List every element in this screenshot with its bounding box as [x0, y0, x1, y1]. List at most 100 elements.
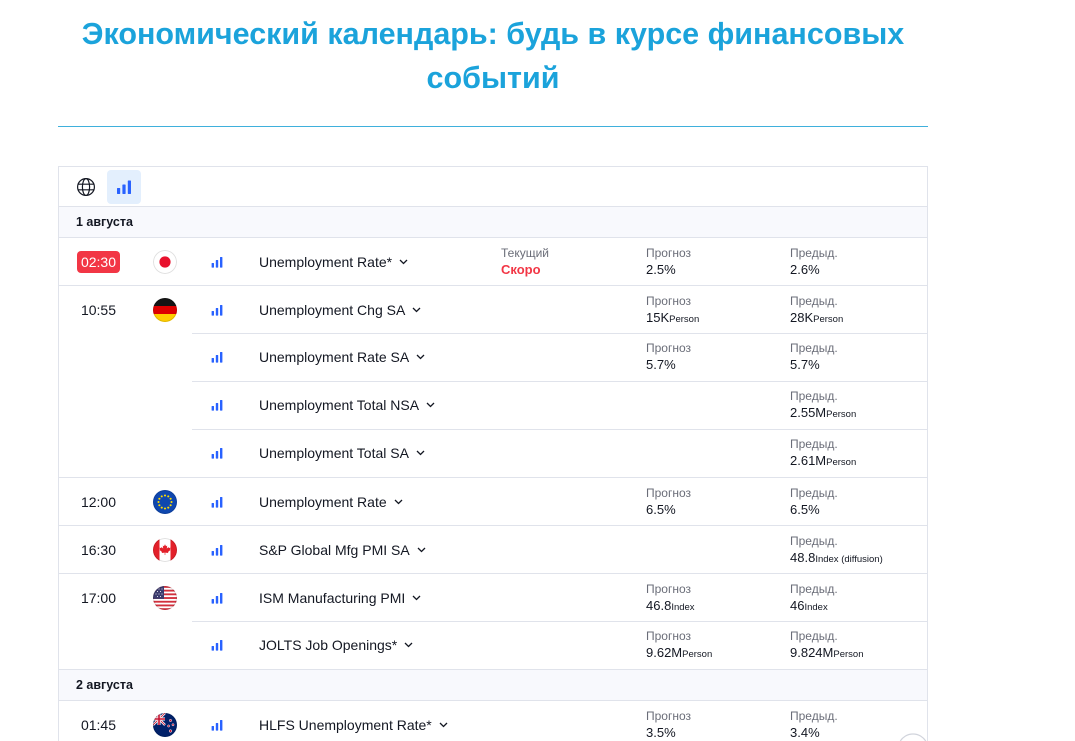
event-title[interactable]: JOLTS Job Openings*: [259, 636, 413, 654]
event-name[interactable]: ISM Manufacturing PMI: [259, 589, 405, 607]
event-title[interactable]: ISM Manufacturing PMI: [259, 589, 421, 607]
time-cell: 02:30: [59, 238, 138, 285]
importance-filter-button[interactable]: [107, 169, 141, 204]
chevron-down-icon[interactable]: [399, 259, 408, 265]
new-zealand-flag-icon: [153, 713, 177, 737]
event-row[interactable]: 17:00 ISM Manufacturing PMI Прогноз 46.8Ind…: [59, 573, 927, 621]
event-name-cell[interactable]: Unemployment Rate*: [242, 238, 501, 285]
forecast-label: Прогноз: [646, 341, 692, 355]
event-name-cell[interactable]: JOLTS Job Openings*: [242, 621, 501, 669]
event-name-cell[interactable]: S&P Global Mfg PMI SA: [242, 526, 501, 573]
globe-icon[interactable]: [76, 177, 96, 197]
forecast-value: 3.5%: [646, 725, 676, 740]
event-name-cell[interactable]: Unemployment Total SA: [242, 429, 501, 477]
previous-cell: Предыд. 2.61MPerson: [790, 429, 927, 477]
forecast-value-line: 3.5%: [646, 724, 790, 741]
chevron-down-icon[interactable]: [416, 354, 425, 360]
flag-cell: [138, 574, 192, 621]
previous-cell: Предыд. 2.55MPerson: [790, 381, 927, 429]
event-name-cell[interactable]: HLFS Unemployment Rate*: [242, 701, 501, 741]
importance-bars-icon: [211, 592, 223, 604]
eu-flag-icon: [153, 490, 177, 514]
event-row[interactable]: 12:00 Unemployment Rate Прогноз 6.5% Предыд.…: [59, 477, 927, 525]
chevron-down-icon[interactable]: [404, 642, 413, 648]
bar-chart-icon[interactable]: [116, 179, 132, 195]
importance-cell: [192, 478, 242, 525]
title-divider: [58, 126, 928, 127]
previous-label: Предыд.: [790, 629, 838, 643]
event-list: 1 августа 02:30 Unemployment Rate* Текущий С…: [59, 206, 927, 741]
time-cell: 12:00: [59, 478, 138, 525]
event-row[interactable]: 10:55 Unemployment Chg SA Прогноз 15KPerson…: [59, 285, 927, 333]
event-title[interactable]: Unemployment Rate*: [259, 253, 408, 271]
chevron-down-icon[interactable]: [412, 595, 421, 601]
importance-cell: [192, 333, 242, 381]
event-name[interactable]: Unemployment Total NSA: [259, 396, 419, 414]
chevron-down-icon[interactable]: [412, 307, 421, 313]
chevron-down-icon[interactable]: [394, 499, 403, 505]
forecast-cell: Прогноз 6.5%: [646, 478, 790, 525]
event-name[interactable]: Unemployment Chg SA: [259, 301, 405, 319]
event-title[interactable]: Unemployment Chg SA: [259, 301, 421, 319]
event-title[interactable]: HLFS Unemployment Rate*: [259, 716, 448, 734]
event-name-cell[interactable]: ISM Manufacturing PMI: [242, 574, 501, 621]
forecast-cell: [646, 429, 790, 477]
time-cell: [59, 381, 138, 429]
day-date: 1 августа: [76, 215, 133, 229]
event-row[interactable]: 02:30 Unemployment Rate* Текущий Скоро Прогн…: [59, 237, 927, 285]
scroll-top-button[interactable]: [896, 733, 930, 741]
event-title[interactable]: Unemployment Total NSA: [259, 396, 435, 414]
actual-label: Текущий: [501, 246, 549, 260]
time-cell: 10:55: [59, 286, 138, 333]
event-row[interactable]: Unemployment Total SA Предыд. 2.61MPerson: [59, 429, 927, 477]
chevron-down-icon[interactable]: [417, 547, 426, 553]
event-name[interactable]: HLFS Unemployment Rate*: [259, 716, 432, 734]
importance-bars-icon: [211, 639, 223, 651]
flag-cell: [138, 621, 192, 669]
forecast-cell: [646, 526, 790, 573]
forecast-value: 9.62M: [646, 645, 683, 660]
event-row[interactable]: Unemployment Total NSA Предыд. 2.55MPerson: [59, 381, 927, 429]
event-row[interactable]: 16:30 S&P Global Mfg PMI SA Предыд. 48.8Ind…: [59, 525, 927, 573]
day-header: 2 августа: [59, 669, 927, 700]
previous-label: Предыд.: [790, 486, 838, 500]
previous-label: Предыд.: [790, 246, 838, 260]
chevron-down-icon[interactable]: [426, 402, 435, 408]
event-name[interactable]: Unemployment Rate: [259, 493, 387, 511]
event-name[interactable]: Unemployment Total SA: [259, 444, 409, 462]
event-name[interactable]: Unemployment Rate SA: [259, 348, 409, 366]
actual-value-line: Скоро: [501, 261, 646, 278]
previous-label: Предыд.: [790, 709, 838, 723]
forecast-value: 6.5%: [646, 502, 676, 517]
event-name-cell[interactable]: Unemployment Rate: [242, 478, 501, 525]
event-name-cell[interactable]: Unemployment Chg SA: [242, 286, 501, 333]
forecast-value-line: 15KPerson: [646, 309, 790, 328]
event-name-cell[interactable]: Unemployment Rate SA: [242, 333, 501, 381]
flag-cell: [138, 381, 192, 429]
previous-label: Предыд.: [790, 437, 838, 451]
event-title[interactable]: S&P Global Mfg PMI SA: [259, 541, 426, 559]
event-name[interactable]: Unemployment Rate*: [259, 253, 392, 271]
importance-cell: [192, 574, 242, 621]
event-title[interactable]: Unemployment Rate SA: [259, 348, 425, 366]
chevron-down-icon[interactable]: [439, 722, 448, 728]
previous-value-line: 46Index: [790, 597, 927, 616]
event-row[interactable]: Unemployment Rate SA Прогноз 5.7% Предыд. 5.…: [59, 333, 927, 381]
event-title[interactable]: Unemployment Total SA: [259, 444, 425, 462]
time-cell: 01:45: [59, 701, 138, 741]
event-name[interactable]: JOLTS Job Openings*: [259, 636, 397, 654]
forecast-unit: Index: [671, 602, 695, 613]
chevron-down-icon[interactable]: [416, 450, 425, 456]
previous-cell: Предыд. 46Index: [790, 574, 927, 621]
actual-cell: [501, 701, 646, 741]
event-name-cell[interactable]: Unemployment Total NSA: [242, 381, 501, 429]
event-row[interactable]: 01:45 HLFS Unemployment Rate* Прогноз 3.5% П…: [59, 700, 927, 741]
importance-cell: [192, 526, 242, 573]
previous-cell: Предыд. 5.7%: [790, 333, 927, 381]
country-filter-button[interactable]: [69, 170, 103, 204]
event-name[interactable]: S&P Global Mfg PMI SA: [259, 541, 410, 559]
event-title[interactable]: Unemployment Rate: [259, 493, 403, 511]
event-row[interactable]: JOLTS Job Openings* Прогноз 9.62MPerson Пре…: [59, 621, 927, 669]
previous-value: 2.61M: [790, 453, 827, 468]
forecast-cell: [646, 381, 790, 429]
